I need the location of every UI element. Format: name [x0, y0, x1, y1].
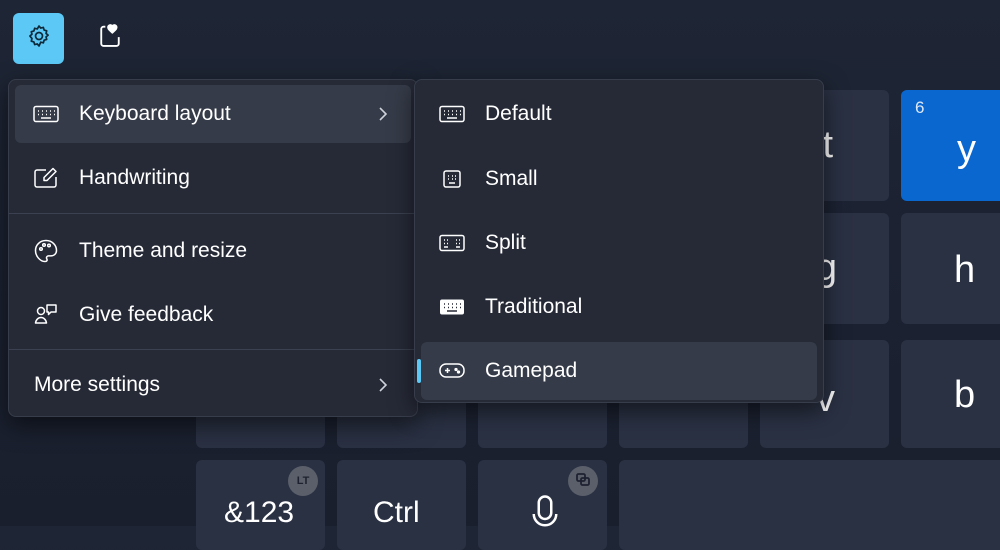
layout-option-traditional[interactable]: Traditional — [421, 278, 817, 336]
menu-item-handwriting[interactable]: Handwriting — [15, 149, 411, 207]
chevron-right-icon — [375, 377, 391, 393]
keyboard-layout-submenu: Default Small Split Traditional Gamepad — [414, 79, 824, 403]
menu-item-label: Handwriting — [79, 166, 190, 189]
key-label: t — [822, 124, 833, 166]
menu-item-label: Give feedback — [79, 303, 214, 326]
layout-option-gamepad[interactable]: Gamepad — [421, 342, 817, 400]
key-y[interactable]: 6 y — [901, 90, 1000, 201]
layout-option-label: Default — [485, 102, 552, 125]
keyboard-default-icon — [437, 99, 467, 129]
menu-item-more-settings[interactable]: More settings — [15, 356, 411, 414]
key-b[interactable]: b — [901, 340, 1000, 448]
gamepad-icon — [437, 356, 467, 386]
overlap-squares-icon — [575, 472, 591, 491]
menu-item-give-feedback[interactable]: Give feedback — [15, 286, 411, 344]
gear-icon — [26, 23, 52, 54]
layout-option-label: Split — [485, 231, 526, 254]
keyboard-split-icon — [437, 228, 467, 258]
layout-option-label: Small — [485, 167, 538, 190]
palette-icon — [31, 236, 61, 266]
menu-separator — [9, 213, 417, 214]
settings-button[interactable] — [13, 13, 64, 64]
feedback-icon — [31, 300, 61, 330]
handwriting-icon — [31, 163, 61, 193]
key-sub-label: 6 — [915, 98, 925, 117]
key-label: y — [957, 128, 976, 170]
settings-menu: Keyboard layout Handwriting Theme and re… — [8, 79, 418, 417]
keyboard-toolbar — [0, 0, 1000, 80]
key-label: Ctrl — [373, 496, 420, 529]
menu-separator — [9, 349, 417, 350]
key-h[interactable]: h — [901, 213, 1000, 324]
key-label: &123 — [224, 496, 295, 529]
menu-item-keyboard-layout[interactable]: Keyboard layout — [15, 85, 411, 143]
key-ctrl[interactable]: Ctrl — [337, 460, 466, 550]
layout-option-small[interactable]: Small — [421, 150, 817, 208]
menu-item-label: Theme and resize — [79, 239, 248, 262]
key-label: b — [954, 374, 976, 416]
lt-badge: LT — [288, 466, 318, 496]
microphone-icon — [530, 494, 560, 544]
keyboard-traditional-icon — [437, 292, 467, 322]
layout-option-label: Gamepad — [485, 359, 578, 382]
key-space[interactable] — [619, 460, 1000, 550]
keyboard-icon — [31, 99, 61, 129]
emoji-clipboard-button[interactable] — [84, 13, 135, 64]
keyboard-small-icon — [437, 164, 467, 194]
layout-option-default[interactable]: Default — [421, 85, 817, 143]
clipboard-heart-icon — [96, 22, 124, 55]
view-toggle-badge — [568, 466, 598, 496]
menu-item-label: Keyboard layout — [79, 102, 231, 125]
chevron-right-icon — [375, 106, 391, 122]
menu-item-label: More settings — [34, 373, 161, 396]
menu-item-theme-and-resize[interactable]: Theme and resize — [15, 222, 411, 280]
key-label: h — [954, 249, 976, 291]
layout-option-label: Traditional — [485, 295, 583, 318]
selection-indicator — [417, 359, 421, 383]
layout-option-split[interactable]: Split — [421, 214, 817, 272]
